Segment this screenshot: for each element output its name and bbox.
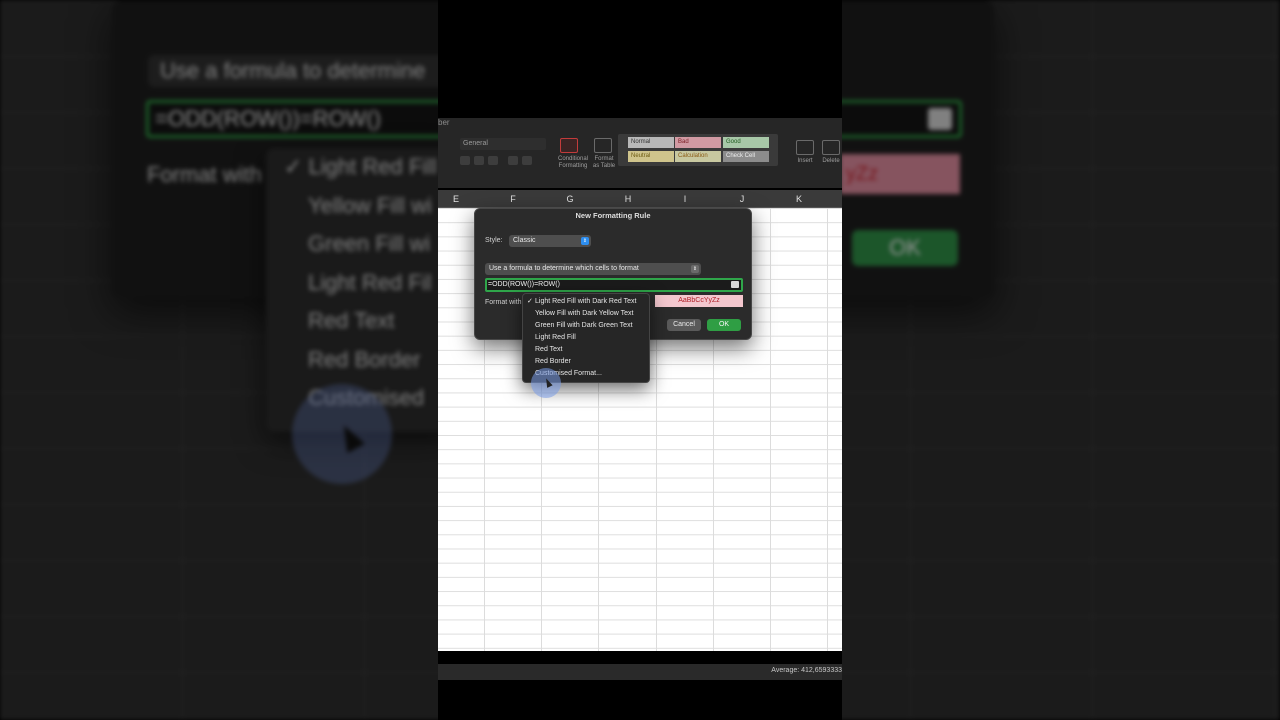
collapse-dialog-icon[interactable]	[731, 281, 739, 288]
formula-input[interactable]: =ODD(ROW())=ROW()	[485, 278, 743, 292]
ribbon: ber General Conditional Formatting Forma…	[438, 118, 842, 188]
delete-label: Delete	[822, 158, 840, 164]
style-select-value: Classic	[513, 237, 536, 244]
bg-menu-item: Red Text	[308, 308, 395, 333]
style-neutral[interactable]: Neutral	[628, 151, 674, 162]
format-preview: AaBbCcYyZz	[655, 295, 743, 307]
bg-menu-item: Red Border	[308, 346, 421, 372]
column-header-i[interactable]: I	[675, 190, 695, 208]
column-header-g[interactable]: G	[560, 190, 580, 208]
option-yellow-fill-dark-yellow-text[interactable]: Yellow Fill with Dark Yellow Text	[523, 308, 649, 320]
column-header-j[interactable]: J	[732, 190, 752, 208]
option-light-red-fill[interactable]: Light Red Fill	[523, 332, 649, 344]
ft-label-line: as Table	[592, 163, 616, 169]
select-arrows-icon: ⇕	[691, 265, 699, 273]
column-header-f[interactable]: F	[503, 190, 523, 208]
bg-rule-type: Use a formula to determine	[148, 55, 468, 87]
ribbon-group-label: ber	[438, 118, 450, 127]
style-calculation[interactable]: Calculation	[675, 151, 721, 162]
column-header-e[interactable]: E	[446, 190, 466, 208]
option-light-red-fill-dark-red-text[interactable]: ✓ Light Red Fill with Dark Red Text	[523, 296, 649, 308]
option-label: Red Text	[535, 346, 563, 353]
cf-label-line: Formatting	[558, 163, 588, 169]
style-normal[interactable]: Normal	[628, 137, 674, 148]
select-arrows-icon: ⇕	[581, 237, 589, 245]
option-red-border[interactable]: Red Border	[523, 356, 649, 368]
percent-style-button[interactable]	[474, 156, 484, 165]
format-as-table-icon[interactable]	[594, 138, 612, 153]
dialog-title: New Formatting Rule	[575, 211, 651, 220]
rule-type-select[interactable]: Use a formula to determine which cells t…	[485, 263, 701, 275]
style-select[interactable]: Classic ⇕	[509, 235, 591, 247]
insert-cells-icon[interactable]	[796, 140, 814, 155]
bg-collapse-icon	[928, 108, 952, 130]
bg-menu-item: Yellow Fill wi	[308, 192, 432, 218]
delete-cells-icon[interactable]	[822, 140, 840, 155]
column-header-h[interactable]: H	[618, 190, 638, 208]
style-label: Style:	[485, 237, 503, 244]
number-format-dropdown[interactable]: General	[460, 138, 546, 150]
formula-value: =ODD(ROW())=ROW()	[488, 281, 560, 288]
grid-line	[770, 208, 771, 651]
ft-label-line: Format	[594, 156, 614, 162]
decrease-decimal-button[interactable]	[522, 156, 532, 165]
insert-label: Insert	[797, 158, 813, 164]
excel-window: ber General Conditional Formatting Forma…	[438, 0, 842, 720]
column-header-row: E F G H I J K	[438, 190, 842, 208]
status-average: Average: 412,6593333	[771, 667, 842, 674]
style-good[interactable]: Good	[723, 137, 769, 148]
option-label: Light Red Fill	[535, 334, 576, 341]
status-bar: Average: 412,6593333	[438, 664, 842, 680]
format-with-label: Format with	[485, 299, 522, 306]
bg-menu-item: Light Red Fil	[308, 269, 432, 295]
increase-decimal-button[interactable]	[508, 156, 518, 165]
format-as-table-label: Format as Table	[590, 156, 618, 170]
option-label: Light Red Fill with Dark Red Text	[535, 298, 637, 305]
bg-format-with-label: Format with	[147, 162, 262, 187]
bg-menu-item: ✓ Light Red Fill	[284, 154, 437, 179]
conditional-formatting-icon[interactable]	[560, 138, 578, 153]
option-label: Yellow Fill with Dark Yellow Text	[535, 310, 634, 317]
checkmark-icon: ✓	[527, 298, 533, 305]
column-header-k[interactable]: K	[789, 190, 809, 208]
cell-styles-gallery: Normal Bad Good Neutral Calculation Chec…	[618, 134, 778, 166]
cancel-button[interactable]: Cancel	[667, 319, 701, 331]
bg-ok-button: OK	[852, 230, 958, 266]
conditional-formatting-label: Conditional Formatting	[554, 156, 592, 170]
bg-preview: yZz	[840, 154, 960, 194]
option-label: Green Fill with Dark Green Text	[535, 322, 633, 329]
accounting-format-button[interactable]	[460, 156, 470, 165]
option-green-fill-dark-green-text[interactable]: Green Fill with Dark Green Text	[523, 320, 649, 332]
style-bad[interactable]: Bad	[675, 137, 721, 148]
option-label: Red Border	[535, 358, 571, 365]
ok-button[interactable]: OK	[707, 319, 741, 331]
cf-label-line: Conditional	[557, 156, 589, 162]
comma-style-button[interactable]	[488, 156, 498, 165]
bg-menu-item: Green Fill wi	[308, 231, 431, 256]
grid-line	[827, 208, 828, 651]
rule-type-value: Use a formula to determine which cells t…	[489, 265, 639, 272]
option-red-text[interactable]: Red Text	[523, 344, 649, 356]
screen: Use a formula to determine =ODD(ROW())=R…	[0, 0, 1280, 720]
style-check-cell[interactable]: Check Cell	[723, 151, 769, 162]
